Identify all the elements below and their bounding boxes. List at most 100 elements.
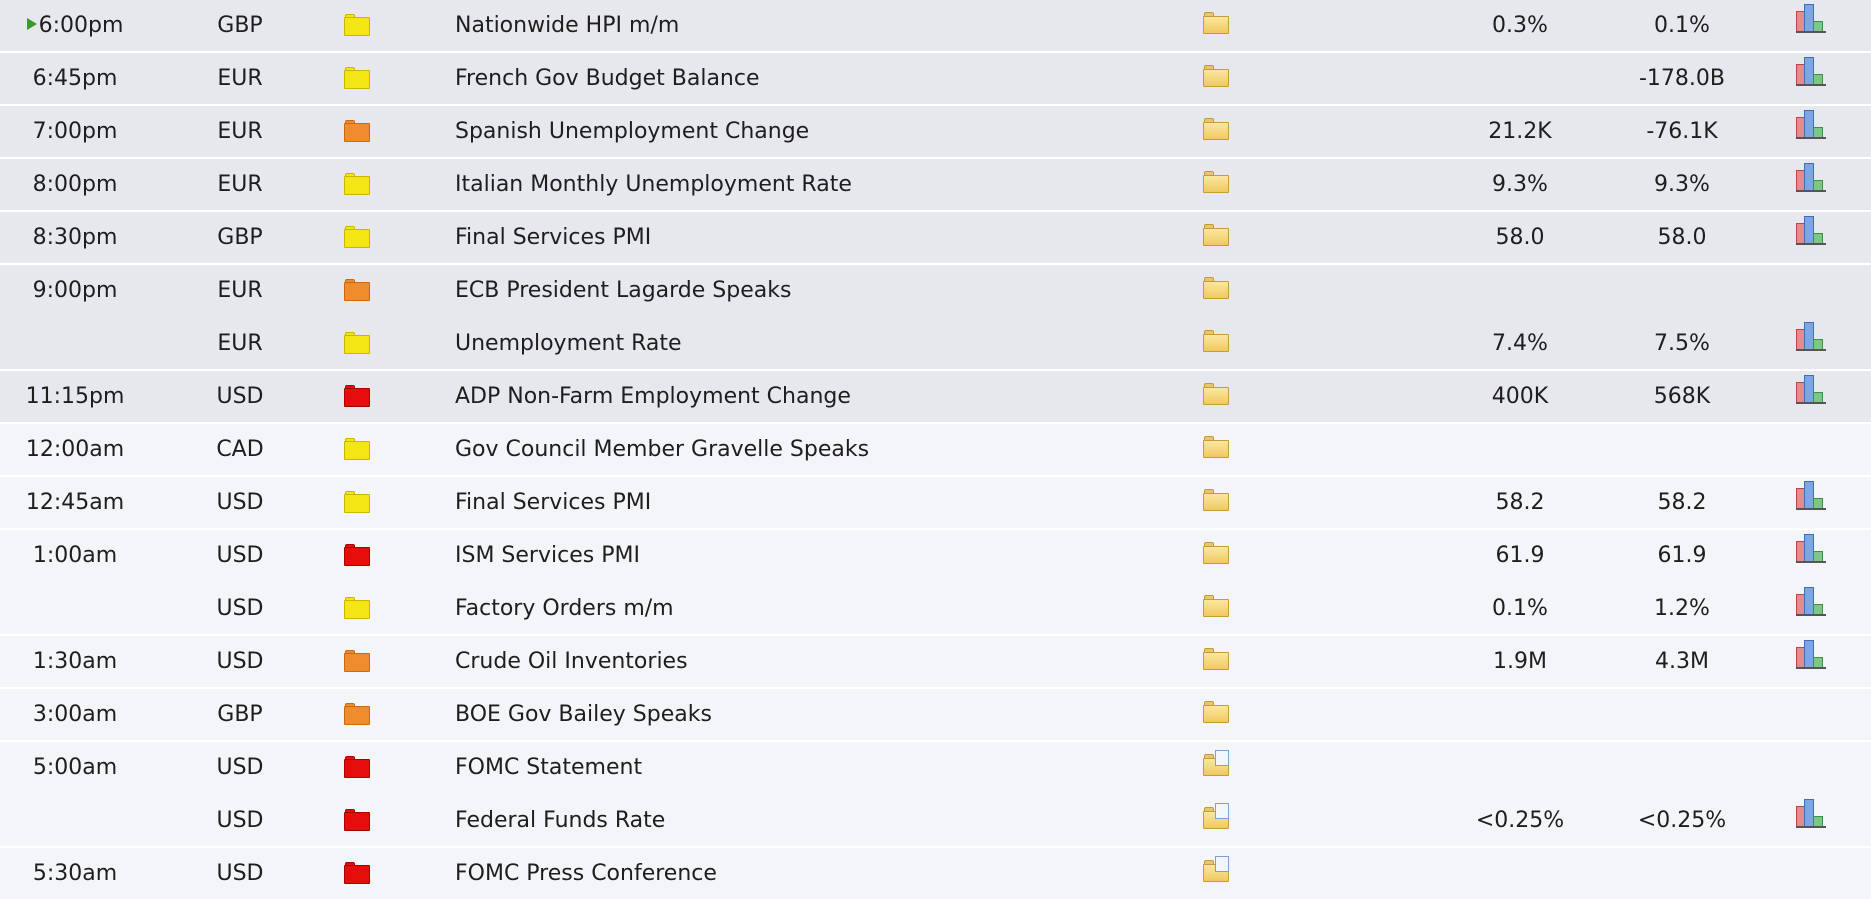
detail-folder-icon[interactable] <box>1203 106 1239 157</box>
event-actual: 400K <box>1491 384 1549 409</box>
event-time-text: 1:00am <box>32 543 118 568</box>
event-title[interactable]: Unemployment Rate <box>455 318 1155 369</box>
impact-folder-icon[interactable] <box>344 636 374 687</box>
impact-folder-icon[interactable] <box>344 0 374 51</box>
event-title[interactable]: BOE Gov Bailey Speaks <box>455 689 1155 740</box>
impact-folder-icon[interactable] <box>344 106 374 157</box>
event-forecast: 58.0 <box>1657 225 1707 250</box>
event-title[interactable]: ISM Services PMI <box>455 530 1155 581</box>
impact-folder-icon[interactable] <box>344 53 374 104</box>
event-title[interactable]: Spanish Unemployment Change <box>455 106 1155 157</box>
event-title[interactable]: Factory Orders m/m <box>455 583 1155 634</box>
event-time-text: 12:00am <box>25 437 125 462</box>
event-forecast <box>1622 689 1742 740</box>
event-forecast <box>1622 848 1742 899</box>
event-currency: EUR <box>217 119 263 144</box>
calendar-row[interactable]: 1:30am USD Crude Oil Inventories 1.9M 4.… <box>0 636 1871 689</box>
impact-folder-icon[interactable] <box>344 742 374 793</box>
bar-graph-icon[interactable] <box>1796 530 1830 581</box>
event-currency: CAD <box>216 437 264 462</box>
impact-folder-icon[interactable] <box>344 795 374 846</box>
detail-folder-icon[interactable] <box>1203 530 1239 581</box>
detail-folder-icon[interactable] <box>1203 0 1239 51</box>
impact-folder-icon[interactable] <box>344 159 374 210</box>
calendar-row[interactable]: 3:00am GBP BOE Gov Bailey Speaks <box>0 689 1871 742</box>
calendar-row[interactable]: 9:00pm EUR ECB President Lagarde Speaks <box>0 265 1871 318</box>
event-title[interactable]: Gov Council Member Gravelle Speaks <box>455 424 1155 475</box>
event-actual: 58.0 <box>1495 225 1545 250</box>
event-forecast: 58.2 <box>1657 490 1707 515</box>
detail-folder-icon[interactable] <box>1203 477 1239 528</box>
calendar-row[interactable]: 6:00pm GBP Nationwide HPI m/m 0.3% 0.1% <box>0 0 1871 53</box>
impact-folder-icon[interactable] <box>344 424 374 475</box>
event-currency: USD <box>216 861 264 886</box>
bar-graph-icon[interactable] <box>1796 0 1830 51</box>
calendar-row[interactable]: 5:00am USD FOMC Statement <box>0 742 1871 795</box>
bar-graph-icon[interactable] <box>1796 795 1830 846</box>
event-actual: 21.2K <box>1488 119 1552 144</box>
event-currency: GBP <box>217 702 263 727</box>
impact-folder-icon[interactable] <box>344 583 374 634</box>
event-title[interactable]: ECB President Lagarde Speaks <box>455 265 1155 316</box>
bar-graph-icon[interactable] <box>1796 318 1830 369</box>
event-actual <box>1460 848 1580 899</box>
event-title[interactable]: FOMC Press Conference <box>455 848 1155 899</box>
calendar-row[interactable]: 12:00am CAD Gov Council Member Gravelle … <box>0 424 1871 477</box>
event-forecast: 7.5% <box>1654 331 1710 356</box>
detail-folder-icon[interactable] <box>1203 795 1239 846</box>
detail-folder-icon[interactable] <box>1203 265 1239 316</box>
detail-folder-icon[interactable] <box>1203 371 1239 422</box>
event-title[interactable]: ADP Non-Farm Employment Change <box>455 371 1155 422</box>
bar-graph-icon[interactable] <box>1796 106 1830 157</box>
calendar-row[interactable]: 12:45am USD Final Services PMI 58.2 58.2 <box>0 477 1871 530</box>
event-title[interactable]: Federal Funds Rate <box>455 795 1155 846</box>
calendar-row[interactable]: 8:00pm EUR Italian Monthly Unemployment … <box>0 159 1871 212</box>
impact-folder-icon[interactable] <box>344 477 374 528</box>
bar-graph-icon[interactable] <box>1796 636 1830 687</box>
impact-folder-icon[interactable] <box>344 212 374 263</box>
detail-folder-icon[interactable] <box>1203 636 1239 687</box>
bar-graph-icon[interactable] <box>1796 159 1830 210</box>
calendar-row[interactable]: 8:30pm GBP Final Services PMI 58.0 58.0 <box>0 212 1871 265</box>
bar-graph-icon[interactable] <box>1796 53 1830 104</box>
detail-folder-icon[interactable] <box>1203 583 1239 634</box>
bar-graph-icon[interactable] <box>1796 477 1830 528</box>
event-title[interactable]: FOMC Statement <box>455 742 1155 793</box>
calendar-row[interactable]: USD Factory Orders m/m 0.1% 1.2% <box>0 583 1871 636</box>
detail-folder-icon[interactable] <box>1203 848 1239 899</box>
detail-folder-icon[interactable] <box>1203 212 1239 263</box>
event-title[interactable]: Final Services PMI <box>455 212 1155 263</box>
bar-graph-icon[interactable] <box>1796 371 1830 422</box>
event-title[interactable]: French Gov Budget Balance <box>455 53 1155 104</box>
impact-folder-icon[interactable] <box>344 371 374 422</box>
detail-folder-icon[interactable] <box>1203 424 1239 475</box>
detail-folder-icon[interactable] <box>1203 742 1239 793</box>
bar-graph-icon[interactable] <box>1796 212 1830 263</box>
event-time-text: 6:00pm <box>38 13 124 38</box>
impact-folder-icon[interactable] <box>344 530 374 581</box>
detail-folder-icon[interactable] <box>1203 159 1239 210</box>
detail-folder-icon[interactable] <box>1203 689 1239 740</box>
impact-folder-icon[interactable] <box>344 848 374 899</box>
detail-folder-icon[interactable] <box>1203 318 1239 369</box>
calendar-row[interactable]: 11:15pm USD ADP Non-Farm Employment Chan… <box>0 371 1871 424</box>
detail-folder-icon[interactable] <box>1203 53 1239 104</box>
event-title[interactable]: Final Services PMI <box>455 477 1155 528</box>
calendar-row[interactable]: EUR Unemployment Rate 7.4% 7.5% <box>0 318 1871 371</box>
calendar-row[interactable]: 5:30am USD FOMC Press Conference <box>0 848 1871 901</box>
event-title[interactable]: Italian Monthly Unemployment Rate <box>455 159 1155 210</box>
event-time: 12:00am <box>0 424 150 475</box>
event-currency: USD <box>216 649 264 674</box>
calendar-row[interactable]: 6:45pm EUR French Gov Budget Balance -17… <box>0 53 1871 106</box>
calendar-row[interactable]: 1:00am USD ISM Services PMI 61.9 61.9 <box>0 530 1871 583</box>
event-time: 11:15pm <box>0 371 150 422</box>
event-title[interactable]: Crude Oil Inventories <box>455 636 1155 687</box>
impact-folder-icon[interactable] <box>344 689 374 740</box>
bar-graph-icon[interactable] <box>1796 583 1830 634</box>
impact-folder-icon[interactable] <box>344 318 374 369</box>
calendar-row[interactable]: USD Federal Funds Rate <0.25% <0.25% <box>0 795 1871 848</box>
event-title[interactable]: Nationwide HPI m/m <box>455 0 1155 51</box>
event-forecast: 1.2% <box>1654 596 1710 621</box>
calendar-row[interactable]: 7:00pm EUR Spanish Unemployment Change 2… <box>0 106 1871 159</box>
impact-folder-icon[interactable] <box>344 265 374 316</box>
